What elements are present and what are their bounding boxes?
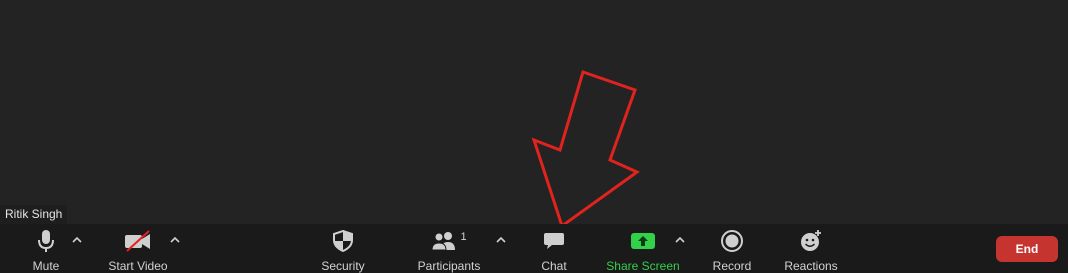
video-off-icon	[124, 228, 152, 253]
record-label: Record	[712, 259, 752, 273]
record-icon	[720, 228, 744, 253]
mute-label: Mute	[32, 259, 60, 273]
chevron-up-icon	[675, 237, 685, 243]
share-screen-button[interactable]: Share Screen	[604, 224, 682, 273]
participants-icon: 1	[431, 228, 467, 253]
meeting-toolbar: Mute Start Video Security 1 Participants…	[0, 224, 1068, 273]
share-screen-icon	[630, 228, 656, 253]
start-video-label: Start Video	[108, 259, 168, 273]
share-options-caret[interactable]	[673, 233, 687, 247]
start-video-button[interactable]: Start Video	[104, 224, 172, 273]
mute-button[interactable]: Mute	[25, 224, 67, 273]
reactions-label: Reactions	[784, 259, 838, 273]
record-button[interactable]: Record	[708, 224, 756, 273]
chat-label: Chat	[541, 259, 567, 273]
mute-options-caret[interactable]	[70, 233, 84, 247]
participants-options-caret[interactable]	[494, 233, 508, 247]
chevron-up-icon	[496, 237, 506, 243]
chevron-up-icon	[72, 237, 82, 243]
annotation-arrow-shape	[531, 70, 640, 229]
video-options-caret[interactable]	[168, 233, 182, 247]
participant-count: 1	[460, 230, 467, 243]
participants-button[interactable]: 1 Participants	[414, 224, 484, 273]
chevron-up-icon	[170, 237, 180, 243]
end-meeting-button[interactable]: End	[996, 236, 1058, 262]
participant-name-tag: Ritik Singh	[0, 205, 68, 224]
microphone-icon	[37, 228, 55, 253]
chat-icon	[543, 228, 565, 253]
security-button[interactable]: Security	[318, 224, 368, 273]
share-screen-label: Share Screen	[606, 259, 680, 273]
participants-label: Participants	[417, 259, 481, 273]
reactions-button[interactable]: Reactions	[782, 224, 840, 273]
reactions-icon	[799, 228, 823, 253]
chat-button[interactable]: Chat	[534, 224, 574, 273]
shield-icon	[333, 228, 353, 253]
security-label: Security	[321, 259, 365, 273]
